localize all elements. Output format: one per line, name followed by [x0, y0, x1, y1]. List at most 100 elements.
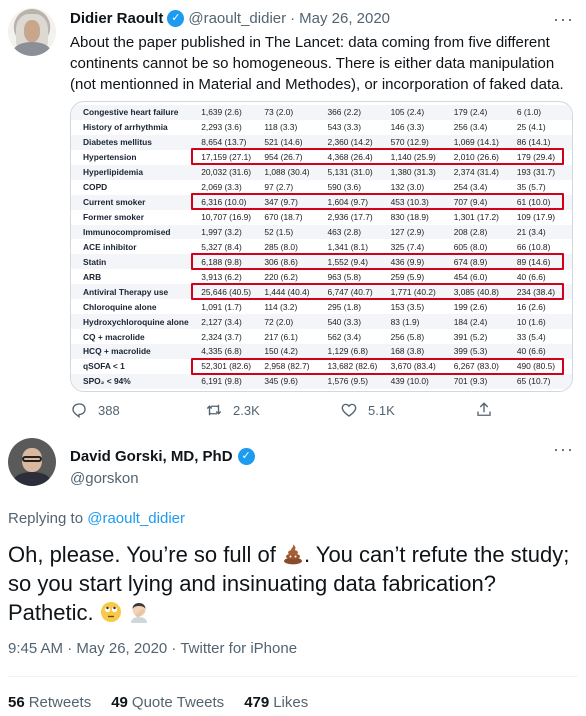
- row-label: qSOFA < 1: [71, 358, 194, 374]
- row-value: 16 (2.6): [508, 299, 572, 315]
- author-name[interactable]: Didier Raoult: [70, 10, 163, 27]
- table-row: Hyperlipidemia 20,032 (31.6) 1,088 (30.4) 5…: [71, 164, 572, 180]
- row-label: SPO₂ < 94%: [71, 373, 194, 389]
- tweet-image-table[interactable]: Congestive heart failure 1,639 (2.6) 73 (2…: [70, 101, 573, 392]
- row-value: 114 (3.2): [256, 299, 320, 315]
- row-value: 83 (1.9): [382, 314, 446, 330]
- row-label: CQ + macrolide: [71, 329, 194, 344]
- row-value: 61 (10.0): [508, 194, 572, 210]
- row-value: 66 (10.8): [508, 239, 572, 255]
- avatar-shirt: [14, 472, 50, 486]
- row-value: 6,316 (10.0): [193, 194, 257, 210]
- row-value: 2,374 (31.4): [445, 164, 509, 180]
- quote-tweets-count: 49: [111, 694, 128, 711]
- row-value: 1,552 (9.4): [319, 254, 383, 270]
- table-row: Immunocompromised 1,997 (3.2) 52 (1.5) 463 …: [71, 224, 572, 240]
- row-value: 259 (5.9): [382, 269, 446, 285]
- row-value: 1,140 (25.9): [382, 149, 446, 165]
- table-row: qSOFA < 1 52,301 (82.6) 2,958 (82.7) 13,682…: [71, 358, 572, 374]
- row-value: 391 (5.2): [445, 329, 509, 344]
- more-options-icon[interactable]: ···: [553, 440, 574, 458]
- avatar-coat: [14, 42, 50, 56]
- reply-icon[interactable]: [70, 401, 88, 419]
- quote-tweets-stat[interactable]: 49 Quote Tweets: [111, 694, 224, 711]
- table-row: HCQ + macrolide 4,335 (6.8) 150 (4.2) 1,129…: [71, 344, 572, 359]
- row-value: 193 (31.7): [508, 164, 572, 180]
- tweet-text: About the paper published in The Lancet:…: [70, 34, 564, 93]
- tweet-date[interactable]: May 26, 2020: [299, 10, 390, 27]
- row-value: 52 (1.5): [256, 224, 320, 240]
- row-value: 366 (2.2): [319, 105, 383, 120]
- row-value: 89 (14.6): [508, 254, 572, 270]
- share-action[interactable]: [475, 401, 495, 419]
- like-action[interactable]: 5.1K: [340, 401, 475, 419]
- retweets-stat[interactable]: 56 Retweets: [8, 694, 91, 711]
- row-value: 20,032 (31.6): [193, 164, 257, 180]
- row-value: 21 (3.4): [508, 224, 572, 240]
- like-count: 5.1K: [368, 402, 395, 418]
- retweet-action[interactable]: 2.3K: [205, 401, 340, 419]
- row-value: 540 (3.3): [319, 314, 383, 330]
- row-value: 4,368 (26.4): [319, 149, 383, 165]
- row-label: Hypertension: [71, 149, 194, 165]
- retweets-label: Retweets: [28, 694, 92, 711]
- table-row: CQ + macrolide 2,324 (3.7) 217 (6.1) 562 (3…: [71, 329, 572, 344]
- likes-stat[interactable]: 479 Likes: [244, 694, 308, 711]
- row-label: HCQ + macrolide: [71, 344, 194, 359]
- row-value: 5,131 (31.0): [319, 164, 383, 180]
- reply-timestamp-source[interactable]: 9:45 AM · May 26, 2020 · Twitter for iPh…: [8, 640, 297, 657]
- row-value: 217 (6.1): [256, 329, 320, 344]
- table-row: SPO₂ < 94% 6,191 (9.8) 345 (9.6) 1,576 (9.5…: [71, 373, 572, 389]
- avatar-face: [24, 20, 40, 42]
- row-label: Diabetes mellitus: [71, 134, 194, 150]
- row-value: 184 (2.4): [445, 314, 509, 330]
- table-row: Statin 6,188 (9.8) 306 (8.6) 1,552 (9.4) 436…: [71, 254, 572, 270]
- row-value: 1,997 (3.2): [193, 224, 257, 240]
- replying-to: Replying to @raoult_didier: [8, 510, 185, 527]
- avatar-gorski[interactable]: [8, 438, 56, 486]
- row-label: History of arrhythmia: [71, 119, 194, 135]
- table-row: Former smoker 10,707 (16.9) 670 (18.7) 2,93…: [71, 209, 572, 225]
- retweet-icon[interactable]: [205, 401, 223, 419]
- row-value: 132 (3.0): [382, 179, 446, 195]
- row-value: 325 (7.4): [382, 239, 446, 255]
- row-value: 146 (3.3): [382, 119, 446, 135]
- row-value: 13,682 (82.6): [319, 358, 383, 374]
- man-facepalming-icon: [128, 601, 150, 623]
- table-row: History of arrhythmia 2,293 (3.6) 118 (3.3…: [71, 119, 572, 135]
- author-handle[interactable]: @raoult_didier: [188, 10, 286, 27]
- row-value: 2,010 (26.6): [445, 149, 509, 165]
- row-value: 439 (10.0): [382, 373, 446, 389]
- row-value: 168 (3.8): [382, 344, 446, 359]
- row-value: 963 (5.8): [319, 269, 383, 285]
- reply-author-name[interactable]: David Gorski, MD, PhD: [70, 448, 233, 465]
- row-value: 2,069 (3.3): [193, 179, 257, 195]
- row-label: COPD: [71, 179, 194, 195]
- likes-count: 479: [244, 694, 270, 711]
- row-value: 345 (9.6): [256, 373, 320, 389]
- reply-author-handle[interactable]: @gorskon: [70, 470, 139, 487]
- replying-to-link[interactable]: @raoult_didier: [87, 510, 185, 527]
- reply-action[interactable]: 388: [70, 401, 205, 419]
- avatar-raoult[interactable]: [8, 8, 56, 56]
- row-value: 1,301 (17.2): [445, 209, 509, 225]
- row-value: 208 (2.8): [445, 224, 509, 240]
- row-value: 830 (18.9): [382, 209, 446, 225]
- retweets-count: 56: [8, 694, 25, 711]
- share-icon[interactable]: [475, 401, 493, 419]
- table-row: Hydroxychloroquine alone 2,127 (3.4) 72 (2…: [71, 314, 572, 330]
- row-value: 521 (14.6): [256, 134, 320, 150]
- row-value: 109 (17.9): [508, 209, 572, 225]
- row-value: 453 (10.3): [382, 194, 446, 210]
- row-value: 5,327 (8.4): [193, 239, 257, 255]
- row-value: 543 (3.3): [319, 119, 383, 135]
- row-value: 25,646 (40.5): [193, 284, 257, 300]
- parent-tweet[interactable]: Didier Raoult ✓ @raoult_didier · May 26,…: [0, 0, 586, 428]
- like-icon[interactable]: [340, 401, 358, 419]
- row-value: 118 (3.3): [256, 119, 320, 135]
- row-value: 40 (6.6): [508, 344, 572, 359]
- face-with-rolling-eyes-icon: [100, 601, 122, 623]
- row-value: 6,188 (9.8): [193, 254, 257, 270]
- row-value: 670 (18.7): [256, 209, 320, 225]
- more-options-icon[interactable]: ···: [553, 10, 574, 28]
